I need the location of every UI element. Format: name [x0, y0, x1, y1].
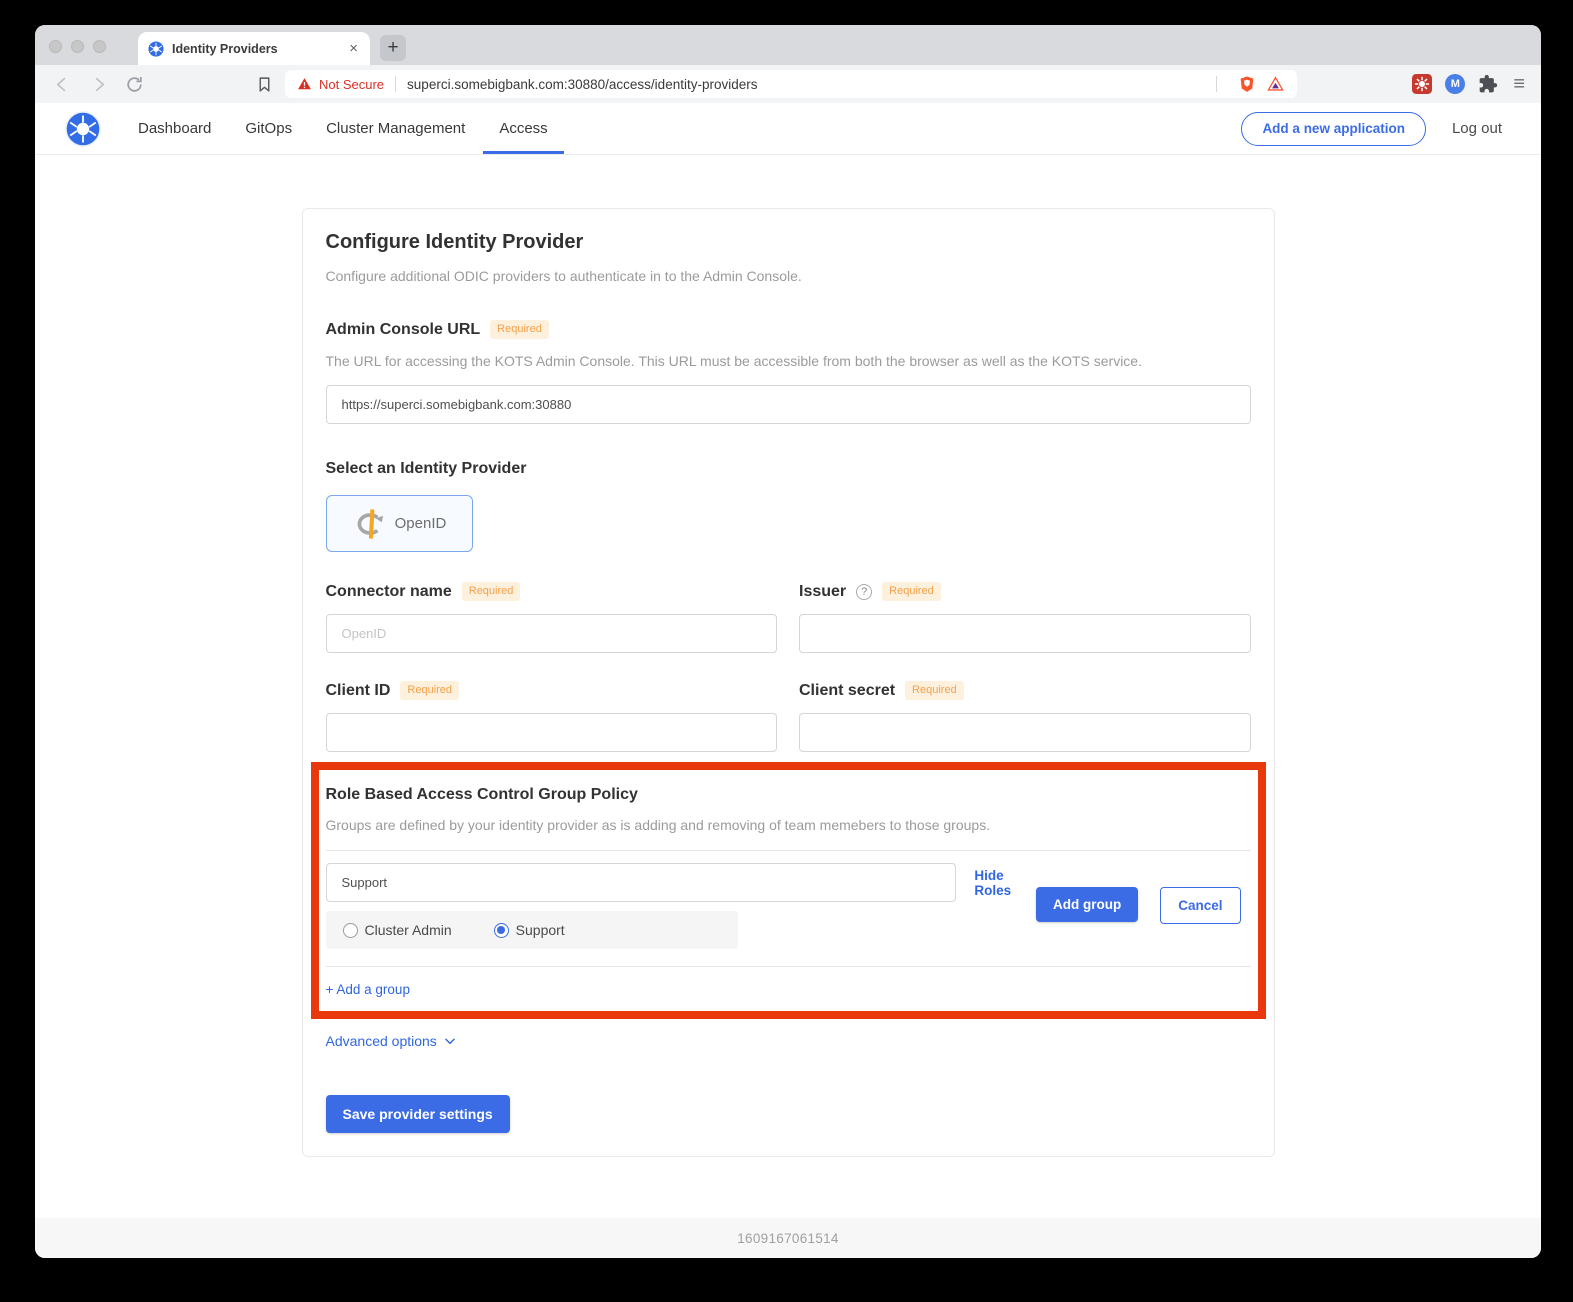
chevron-down-icon	[443, 1034, 457, 1048]
role-option-cluster-admin[interactable]: Cluster Admin	[343, 922, 452, 938]
window-close-button[interactable]	[49, 40, 62, 53]
kubernetes-favicon-icon	[148, 41, 164, 57]
tab-close-icon[interactable]: ×	[347, 40, 360, 57]
advanced-options-label: Advanced options	[326, 1033, 437, 1049]
role-label: Support	[516, 922, 565, 938]
divider	[326, 966, 1251, 967]
nav-item-gitops[interactable]: GitOps	[245, 103, 292, 154]
admin-console-url-input[interactable]	[326, 385, 1251, 424]
profile-avatar[interactable]: M	[1445, 74, 1465, 94]
url-divider	[395, 76, 396, 92]
url-divider-right	[1216, 76, 1217, 92]
advanced-options-toggle[interactable]: Advanced options	[326, 1033, 1251, 1049]
page-title: Configure Identity Provider	[326, 231, 1251, 254]
extension-red-icon[interactable]	[1412, 74, 1432, 94]
radio-unselected-icon[interactable]	[343, 923, 358, 938]
not-secure-label: Not Secure	[319, 77, 384, 92]
rbac-group-policy-section-highlighted: Role Based Access Control Group Policy G…	[311, 762, 1266, 1019]
issuer-help-icon[interactable]: ?	[856, 584, 872, 600]
cancel-button[interactable]: Cancel	[1160, 887, 1240, 924]
url-text: superci.somebigbank.com:30880/access/ide…	[407, 77, 1205, 92]
tab-title: Identity Providers	[172, 42, 347, 56]
client-secret-input[interactable]	[799, 713, 1251, 752]
required-badge: Required	[400, 681, 459, 700]
nav-item-dashboard[interactable]: Dashboard	[138, 103, 211, 154]
page-subtitle: Configure additional ODIC providers to a…	[326, 267, 1251, 286]
admin-console-url-help: The URL for accessing the KOTS Admin Con…	[326, 352, 1251, 371]
browser-window: Identity Providers × + Not Secure s	[35, 25, 1541, 1258]
openid-label: OpenID	[395, 515, 447, 532]
rbac-title: Role Based Access Control Group Policy	[326, 786, 1251, 804]
divider	[326, 850, 1251, 851]
role-option-support[interactable]: Support	[494, 922, 565, 938]
admin-console-url-label: Admin Console URL	[326, 321, 481, 339]
footer-timestamp: 1609167061514	[737, 1231, 839, 1246]
required-badge: Required	[905, 681, 964, 700]
issuer-label: Issuer	[799, 583, 846, 601]
radio-selected-icon[interactable]	[494, 923, 509, 938]
issuer-input[interactable]	[799, 614, 1251, 653]
extension-area: M ≡	[1412, 74, 1525, 94]
browser-toolbar: Not Secure superci.somebigbank.com:30880…	[35, 65, 1541, 103]
app-navigation-bar: Dashboard GitOps Cluster Management Acce…	[35, 103, 1541, 155]
add-a-group-link[interactable]: + Add a group	[326, 982, 410, 997]
nav-item-cluster-management[interactable]: Cluster Management	[326, 103, 465, 154]
group-name-input[interactable]	[326, 863, 957, 902]
bookmark-icon[interactable]	[256, 76, 273, 93]
bat-rewards-icon[interactable]	[1266, 75, 1285, 93]
required-badge: Required	[490, 320, 549, 339]
required-badge: Required	[462, 582, 521, 601]
add-group-button[interactable]: Add group	[1036, 887, 1138, 922]
window-zoom-button[interactable]	[93, 40, 106, 53]
logout-link[interactable]: Log out	[1452, 120, 1502, 137]
role-options-box: Cluster Admin Support	[326, 911, 738, 949]
configure-identity-provider-card: Configure Identity Provider Configure ad…	[302, 208, 1275, 1157]
window-minimize-button[interactable]	[71, 40, 84, 53]
openid-logo-icon	[352, 507, 388, 541]
connector-name-label: Connector name	[326, 583, 452, 601]
page-footer: 1609167061514	[35, 1218, 1541, 1258]
brave-shield-icon[interactable]	[1238, 75, 1256, 93]
hide-roles-link[interactable]: Hide Roles	[974, 868, 1036, 898]
add-new-application-button[interactable]: Add a new application	[1241, 112, 1426, 146]
kubernetes-logo-icon[interactable]	[65, 111, 101, 147]
select-identity-provider-label: Select an Identity Provider	[326, 460, 1251, 478]
nav-item-access[interactable]: Access	[499, 103, 547, 154]
new-tab-button[interactable]: +	[380, 35, 406, 61]
nav-items: Dashboard GitOps Cluster Management Acce…	[138, 103, 582, 154]
role-label: Cluster Admin	[365, 922, 452, 938]
client-id-label: Client ID	[326, 682, 391, 700]
connector-name-input[interactable]	[326, 614, 778, 653]
forward-icon[interactable]	[89, 75, 108, 94]
browser-menu-icon[interactable]: ≡	[1513, 74, 1525, 94]
rbac-subtitle: Groups are defined by your identity prov…	[326, 816, 1251, 835]
client-id-input[interactable]	[326, 713, 778, 752]
not-secure-warning-icon	[297, 77, 312, 91]
tab-bar: Identity Providers × +	[35, 25, 1541, 65]
save-provider-settings-button[interactable]: Save provider settings	[326, 1095, 510, 1133]
page-content: Configure Identity Provider Configure ad…	[35, 155, 1541, 1218]
address-bar[interactable]: Not Secure superci.somebigbank.com:30880…	[285, 70, 1297, 98]
browser-tab[interactable]: Identity Providers ×	[138, 32, 370, 65]
window-controls	[49, 40, 106, 53]
extensions-puzzle-icon[interactable]	[1478, 74, 1498, 94]
reload-icon[interactable]	[125, 75, 144, 94]
openid-provider-tile[interactable]: OpenID	[326, 495, 473, 552]
client-secret-label: Client secret	[799, 682, 895, 700]
required-badge: Required	[882, 582, 941, 601]
back-icon[interactable]	[53, 75, 72, 94]
